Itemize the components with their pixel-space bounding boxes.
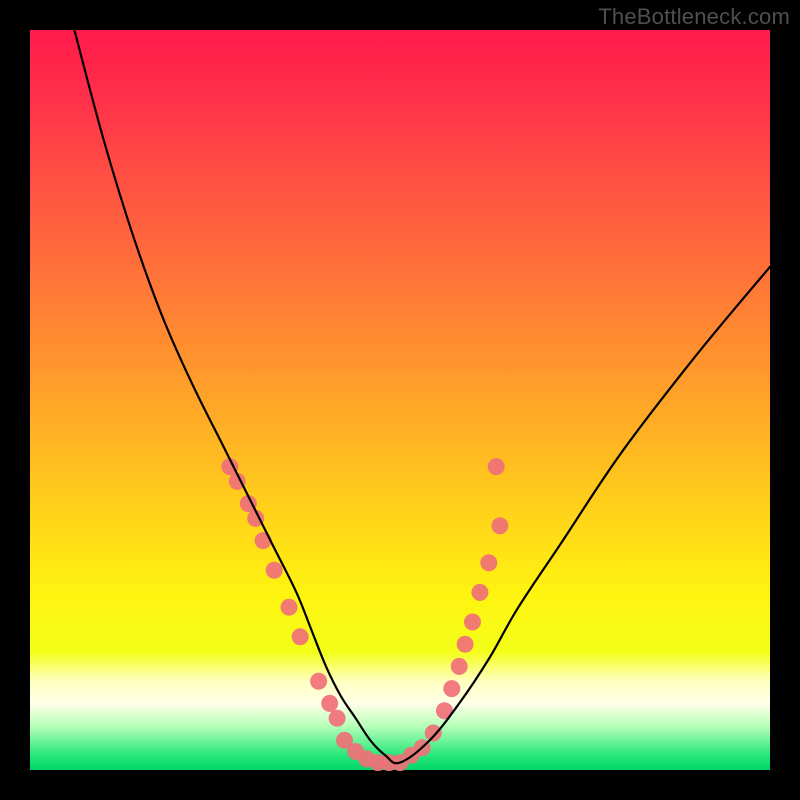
plot-area [30,30,770,770]
data-point [255,532,272,549]
data-point [471,584,488,601]
watermark-text: TheBottleneck.com [598,4,790,30]
data-point [464,614,481,631]
data-point [321,695,338,712]
marker-layer [221,458,508,771]
data-point [310,673,327,690]
data-point [488,458,505,475]
data-point [266,562,283,579]
data-point [451,658,468,675]
chart-frame: TheBottleneck.com [0,0,800,800]
curve-path [74,30,770,763]
chart-svg [30,30,770,770]
data-point [491,517,508,534]
data-point [292,628,309,645]
data-point [480,554,497,571]
data-point [329,710,346,727]
data-point [425,725,442,742]
data-point [443,680,460,697]
data-point [457,636,474,653]
data-point [281,599,298,616]
